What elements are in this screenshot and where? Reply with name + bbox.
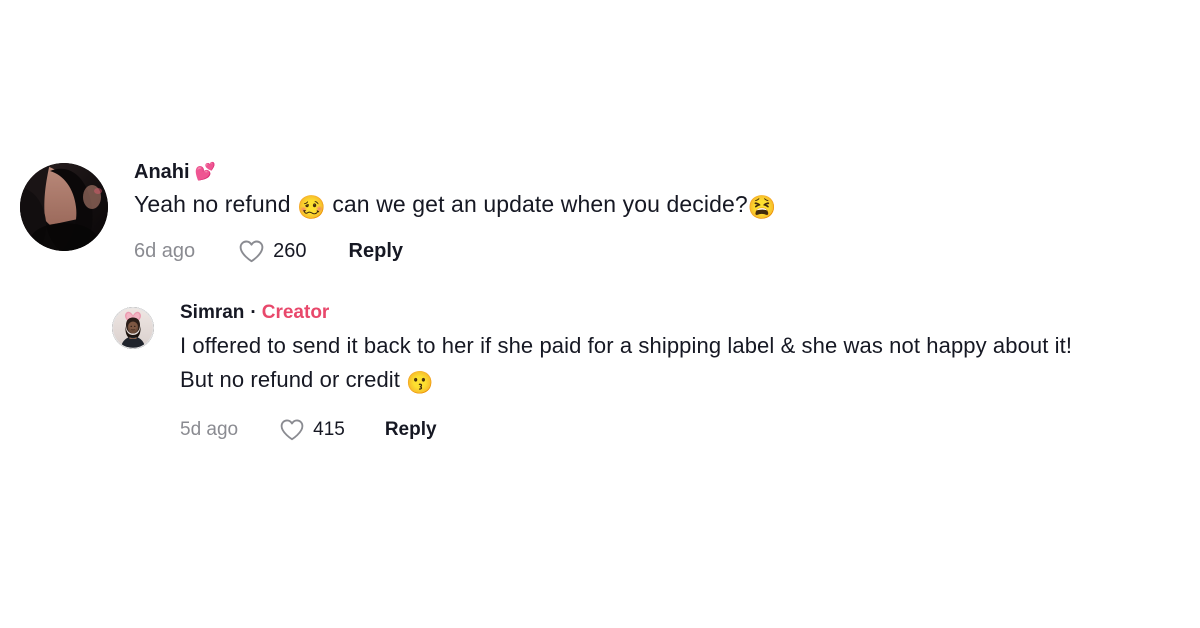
comment-header: Anahi 💕 [134,161,777,183]
comment-meta-row: 6d ago 260 Reply [134,240,777,263]
comment-text-part-2: can we get an update when you decide? [325,191,748,217]
creator-badge: Creator [261,302,330,323]
comment-text-part-1: I offered to send it back to her if she … [180,332,1073,392]
heart-icon[interactable] [280,419,304,441]
reply-button[interactable]: Reply [349,240,403,263]
username[interactable]: Simran [180,302,244,324]
tired-face-emoji: 😫 [747,194,777,220]
comment-item-root: Anahi 💕 Yeah no refund 🥴 can we get an u… [20,161,777,263]
like-count: 260 [273,239,307,262]
comment-body: Anahi 💕 Yeah no refund 🥴 can we get an u… [134,161,777,263]
comment-body: Simran · Creator I offered to send it ba… [180,302,1105,441]
comment-header: Simran · Creator [180,302,1105,324]
comment-text: I offered to send it back to her if she … [180,329,1105,400]
comment-text: Yeah no refund 🥴 can we get an update wh… [134,189,777,223]
comment-meta-row: 5d ago 415 Reply [180,419,1105,441]
like-count: 415 [313,419,345,441]
like-button[interactable]: 415 [280,419,345,441]
reply-button[interactable]: Reply [385,419,437,441]
username[interactable]: Anahi [134,161,190,183]
comment-item-reply: Simran · Creator I offered to send it ba… [112,302,1105,441]
avatar[interactable] [20,163,108,251]
comment-text-part-1: Yeah no refund [134,191,298,217]
kissing-face-emoji: 😗 [406,369,434,395]
two-hearts-emoji: 💕 [194,161,216,181]
timestamp: 5d ago [180,419,239,441]
separator-dot: · [250,302,257,323]
like-button[interactable]: 260 [239,239,307,263]
avatar[interactable] [112,307,154,349]
woozy-face-emoji: 🥴 [297,194,326,220]
heart-icon[interactable] [239,240,264,263]
comment-thread: Anahi 💕 Yeah no refund 🥴 can we get an u… [0,0,1200,628]
timestamp: 6d ago [134,239,196,262]
